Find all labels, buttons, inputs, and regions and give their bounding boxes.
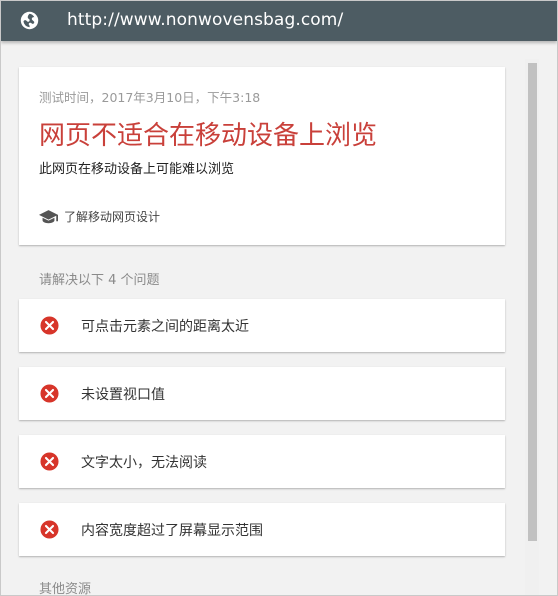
error-circle-icon bbox=[40, 316, 59, 335]
graduation-cap-icon bbox=[39, 209, 58, 223]
issue-item[interactable]: 内容宽度超过了屏幕显示范围 bbox=[19, 503, 505, 556]
issue-label: 文字太小，无法阅读 bbox=[81, 455, 207, 471]
result-summary-card: 测试时间，2017年3月10日，下午3:18 网页不适合在移动设备上浏览 此网页… bbox=[19, 67, 505, 245]
issue-label: 可点击元素之间的距离太近 bbox=[81, 319, 249, 335]
test-time: 测试时间，2017年3月10日，下午3:18 bbox=[39, 90, 261, 105]
issue-item[interactable]: 可点击元素之间的距离太近 bbox=[19, 299, 505, 352]
url-text[interactable]: http://www.nonwovensbag.com/ bbox=[67, 10, 343, 30]
error-circle-icon bbox=[40, 452, 59, 471]
verdict-title: 网页不适合在移动设备上浏览 bbox=[39, 121, 378, 151]
scrollbar-track[interactable] bbox=[525, 59, 539, 595]
browser-window: http://www.nonwovensbag.com/ 测试时间，2017年3… bbox=[0, 0, 558, 596]
error-circle-icon bbox=[40, 520, 59, 539]
learn-mobile-design-link[interactable]: 了解移动网页设计 bbox=[39, 207, 160, 225]
issues-heading: 请解决以下 4 个问题 bbox=[39, 273, 160, 288]
globe-icon bbox=[20, 11, 39, 30]
page-viewport: 测试时间，2017年3月10日，下午3:18 网页不适合在移动设备上浏览 此网页… bbox=[1, 41, 557, 595]
url-bar: http://www.nonwovensbag.com/ bbox=[1, 1, 557, 41]
scrollbar-thumb[interactable] bbox=[528, 63, 537, 541]
error-circle-icon bbox=[40, 384, 59, 403]
issue-label: 内容宽度超过了屏幕显示范围 bbox=[81, 523, 263, 539]
issue-label: 未设置视口值 bbox=[81, 387, 165, 403]
learn-link-label: 了解移动网页设计 bbox=[64, 209, 161, 224]
resources-heading: 其他资源 bbox=[39, 582, 92, 596]
issue-item[interactable]: 文字太小，无法阅读 bbox=[19, 435, 505, 488]
verdict-subtitle: 此网页在移动设备上可能难以浏览 bbox=[39, 162, 235, 177]
issue-item[interactable]: 未设置视口值 bbox=[19, 367, 505, 420]
